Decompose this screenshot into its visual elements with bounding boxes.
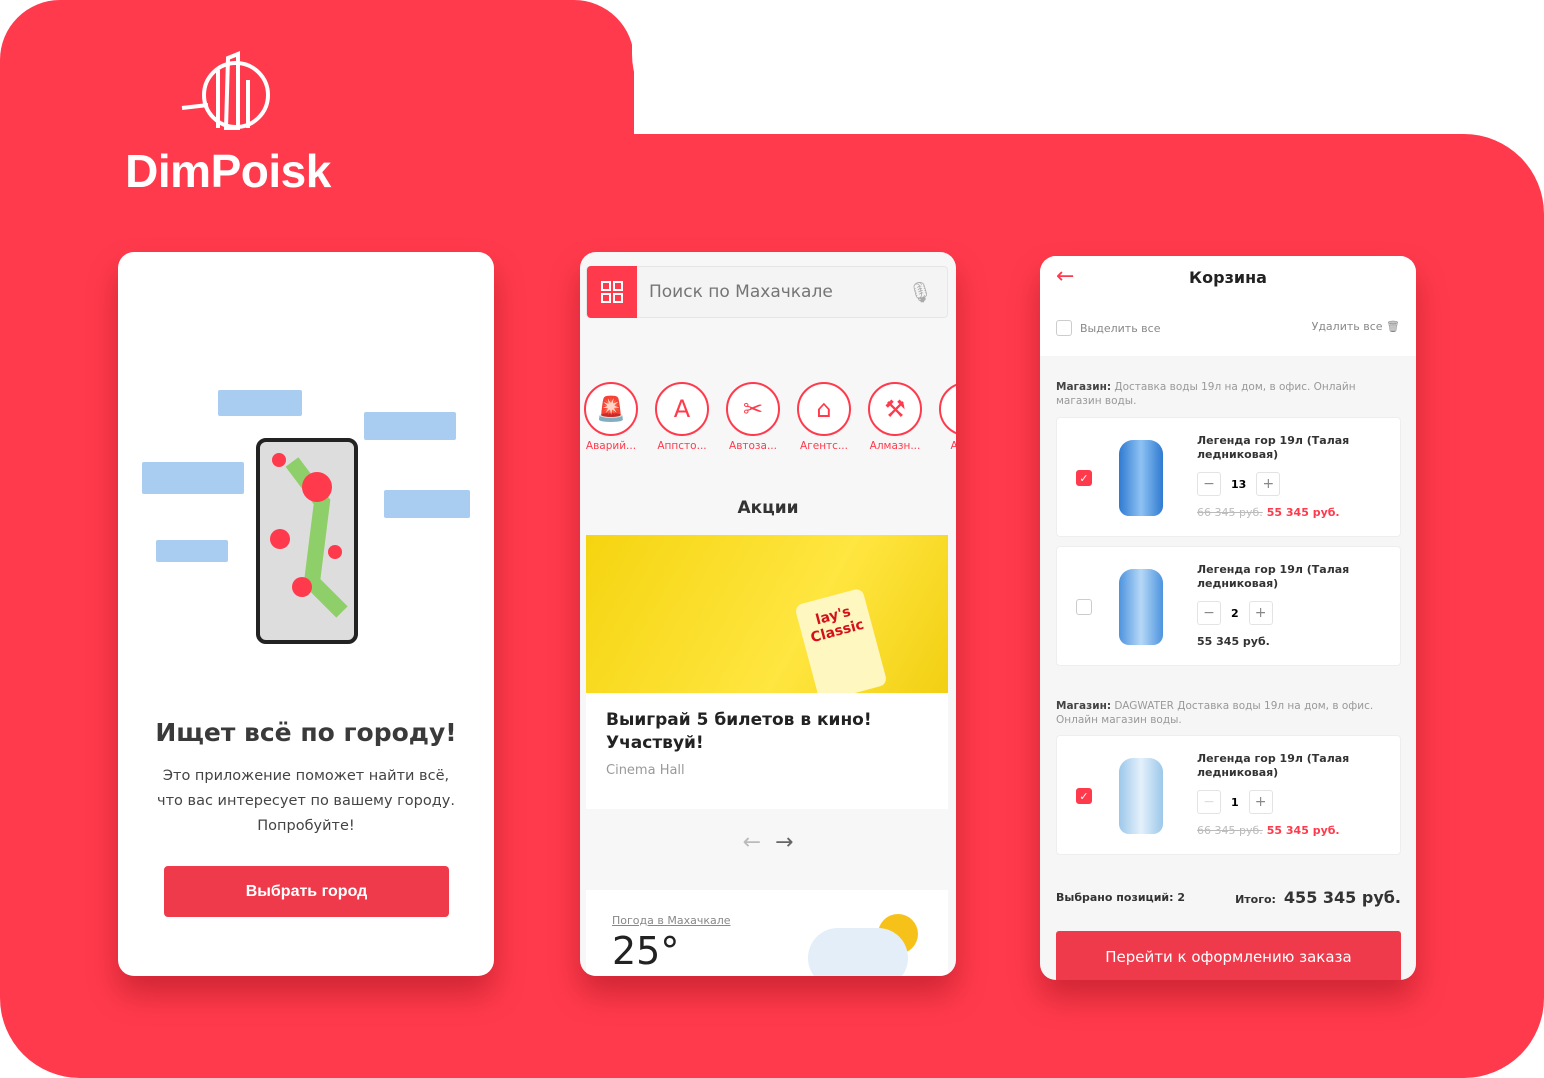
category-label: Апп... [950,440,956,452]
quantity-stepper: −2 + [1197,601,1273,625]
shop-label: Магазин: Доставка воды 19л на дом, в офи… [1056,380,1400,408]
current-price: 55 345 руб. [1266,506,1340,519]
appstore-icon: A [655,382,709,436]
checkout-button[interactable]: Перейти к оформлению заказа [1056,931,1401,980]
onboarding-description: Это приложение поможет найти всё, что ва… [157,768,455,834]
category-item[interactable]: A Аппсто... [655,382,709,452]
background-notch [632,0,752,134]
increase-button[interactable]: + [1248,601,1273,625]
category-item[interactable]: ✂ Автоза... [726,382,780,452]
water-bottle-image [1119,440,1163,516]
current-price: 55 345 руб. [1266,824,1340,837]
increase-button[interactable]: + [1248,790,1273,814]
item-checkbox[interactable]: ✓ [1076,470,1092,486]
weather-label[interactable]: Погода в Махачкале [612,914,922,927]
water-bottle-image [1119,758,1163,834]
search-bar: 🎙 [586,266,948,318]
select-all-checkbox[interactable] [1056,320,1072,336]
cart-item: ✓ Легенда гор 19л (Талая ледниковая) −1 +… [1056,735,1401,855]
microphone-icon[interactable]: 🎙 [908,280,933,304]
cart-item: ✓ Легенда гор 19л (Талая ледниковая) −13… [1056,417,1401,537]
category-label: Автоза... [729,440,777,452]
house-icon: ⌂ [797,382,851,436]
quantity-value: 1 [1231,795,1239,809]
decrease-button[interactable]: − [1197,601,1221,625]
decrease-button[interactable]: − [1197,472,1221,496]
city-search-icon [181,51,270,130]
select-all-label: Выделить все [1080,321,1161,335]
brand-logo: DimPoisk [118,50,338,198]
cart-header: ← Корзина Выделить все Удалить все 🗑 [1040,256,1416,356]
shop-label: Магазин: DAGWATER Доставка воды 19л на д… [1056,699,1400,727]
category-item[interactable]: ⌂ Агентс... [797,382,851,452]
item-name: Легенда гор 19л (Талая ледниковая) [1197,752,1350,779]
grinder-icon: ⚒ [868,382,922,436]
city-map-illustration [142,390,470,644]
arrow-right-icon[interactable]: → [775,830,793,855]
promo-title: Выиграй 5 билетов в кино! Участвуй! [606,710,872,753]
cloud-icon [808,928,908,976]
total-label: Итого: [1235,893,1276,906]
shop-prefix: Магазин: [1056,700,1112,712]
old-price: 66 345 руб. [1197,824,1263,837]
tools-icon: ✂ [726,382,780,436]
item-checkbox[interactable]: ✓ [1076,788,1092,804]
brand-name: DimPoisk [125,145,331,197]
category-item[interactable]: ⚒ Алмазн... [868,382,922,452]
promo-source: Cinema Hall [606,763,685,778]
quantity-stepper: −13 + [1197,472,1281,496]
old-price: 66 345 руб. [1197,506,1263,519]
item-price: 66 345 руб. 55 345 руб. [1197,506,1340,519]
quantity-value: 2 [1231,606,1239,620]
cart-title: Корзина [1189,268,1267,287]
decrease-button[interactable]: − [1197,790,1221,814]
delete-all-button[interactable]: Удалить все 🗑 [1312,320,1400,333]
grid-menu-button[interactable] [587,266,637,318]
item-checkbox[interactable] [1076,599,1092,615]
category-item[interactable]: 🚨 Аварий... [584,382,638,452]
delete-all-label: Удалить все [1311,320,1383,333]
cart-item: Легенда гор 19л (Талая ледниковая) −2 + 5… [1056,546,1401,666]
grid-icon [601,281,623,303]
onboarding-title: Ищет всё по городу! [155,718,457,747]
select-all[interactable]: Выделить все [1056,320,1160,336]
search-input[interactable] [637,282,908,302]
shop-prefix: Магазин: [1056,381,1112,393]
appstore-icon: A [939,382,956,436]
total-amount: 455 345 руб. [1283,888,1401,907]
cart-summary: Выбрано позиций: 2 Итого: 455 345 руб. [1056,888,1401,907]
item-name: Легенда гор 19л (Талая ледниковая) [1197,434,1350,461]
category-label: Агентс... [800,440,848,452]
weather-card[interactable]: Погода в Махачкале 25° [586,890,948,976]
item-name: Легенда гор 19л (Талая ледниковая) [1197,563,1350,590]
category-label: Алмазн... [869,440,921,452]
increase-button[interactable]: + [1256,472,1281,496]
arrow-left-icon[interactable]: ← [743,830,761,855]
carousel-arrows: ← → [580,830,956,855]
category-label: Аппсто... [657,440,707,452]
quantity-value: 13 [1231,477,1247,491]
home-screen: 🎙 🚨 Аварий... A Аппсто... ✂ Автоза... ⌂ Аген… [580,252,956,976]
category-list: 🚨 Аварий... A Аппсто... ✂ Автоза... ⌂ Агентс… [584,382,956,452]
item-price: 66 345 руб. 55 345 руб. [1197,824,1340,837]
quantity-stepper: −1 + [1197,790,1273,814]
chips-pack: lay's Classic [794,587,888,693]
promos-heading: Акции [737,498,799,518]
trash-icon: 🗑 [1386,320,1400,333]
promo-image: lay's Classic [586,535,948,693]
current-price: 55 345 руб. [1197,635,1270,648]
item-price: 55 345 руб. [1197,635,1270,648]
onboarding-screen: Ищет всё по городу! Это приложение помож… [118,252,494,976]
category-label: Аварий... [585,440,637,452]
selected-count: Выбрано позиций: 2 [1056,891,1186,904]
cart-screen: ← Корзина Выделить все Удалить все 🗑 Маг… [1040,256,1416,980]
water-bottle-image [1119,569,1163,645]
siren-icon: 🚨 [584,382,638,436]
choose-city-button[interactable]: Выбрать город [164,866,449,917]
category-item[interactable]: A Апп... [939,382,956,452]
promo-card[interactable]: lay's Classic Выиграй 5 билетов в кино! … [586,535,948,809]
